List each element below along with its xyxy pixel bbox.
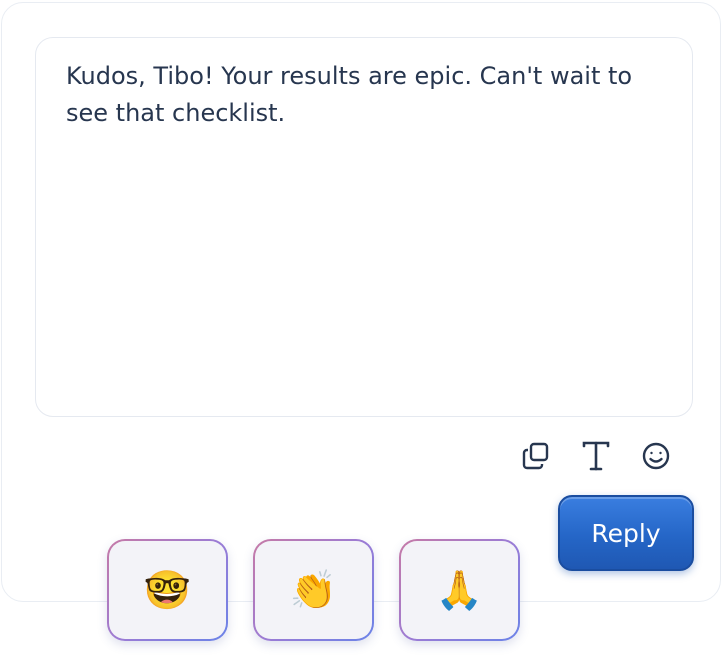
reply-button[interactable]: Reply [558, 495, 694, 571]
message-input[interactable]: Kudos, Tibo! Your results are epic. Can'… [35, 37, 693, 417]
copy-icon[interactable] [518, 438, 554, 474]
reaction-nerd-face-button[interactable]: 🤓 [107, 539, 228, 641]
nerd-face-icon: 🤓 [109, 541, 226, 639]
message-text: Kudos, Tibo! Your results are epic. Can'… [66, 62, 633, 127]
reaction-clapping-hands-button[interactable]: 👏 [253, 539, 374, 641]
emoji-icon[interactable] [638, 438, 674, 474]
text-format-icon[interactable] [578, 438, 614, 474]
reply-button-label: Reply [591, 518, 661, 548]
reaction-bar: 🤓 👏 🙏 [107, 539, 520, 641]
folded-hands-icon: 🙏 [401, 541, 518, 639]
composer-toolbar [518, 438, 674, 474]
reply-card: Kudos, Tibo! Your results are epic. Can'… [1, 2, 721, 602]
clapping-hands-icon: 👏 [255, 541, 372, 639]
reaction-folded-hands-button[interactable]: 🙏 [399, 539, 520, 641]
